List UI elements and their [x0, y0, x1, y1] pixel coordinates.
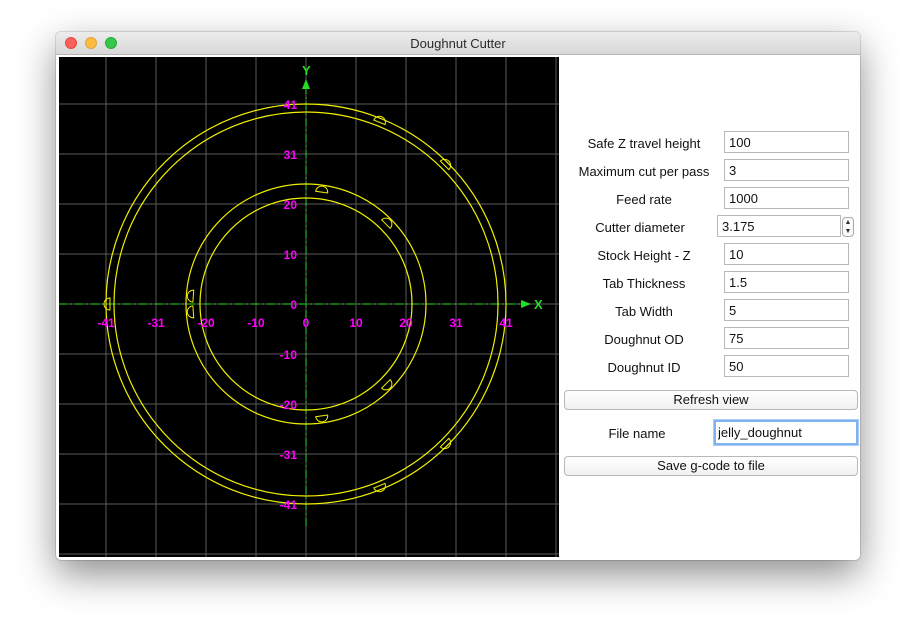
tab-marker	[186, 305, 195, 319]
y-tick-label: -10	[280, 348, 298, 362]
tab-width-label: Tab Width	[615, 304, 673, 319]
x-tick-label: 41	[499, 316, 513, 330]
plot-grid	[59, 57, 559, 557]
tab-width-field[interactable]	[724, 299, 849, 321]
stepper-down-icon[interactable]: ▼	[843, 228, 853, 236]
tab-marker	[380, 217, 393, 230]
x-tick-label: -31	[147, 316, 165, 330]
cutter-diameter-field[interactable]	[717, 215, 841, 237]
save-gcode-button[interactable]: Save g-code to file	[564, 456, 858, 476]
feed-rate-field[interactable]	[724, 187, 849, 209]
x-tick-label: 10	[349, 316, 363, 330]
stepper-up-icon[interactable]: ▲	[843, 219, 853, 227]
x-tick-label: -41	[97, 316, 115, 330]
doughnut-id-field[interactable]	[724, 355, 849, 377]
file-name-label: File name	[608, 426, 666, 441]
doughnut-id-label: Doughnut ID	[607, 360, 681, 375]
y-tick-label: 41	[284, 98, 298, 112]
tab-thickness-label: Tab Thickness	[602, 276, 686, 291]
feed-rate-label: Feed rate	[616, 192, 672, 207]
safe-z-label: Safe Z travel height	[587, 136, 701, 151]
tab-marker	[439, 437, 452, 450]
x-tick-label: -20	[197, 316, 215, 330]
safe-z-field[interactable]	[724, 131, 849, 153]
x-tick-label: 20	[399, 316, 413, 330]
cutter-diameter-label: Cutter diameter	[595, 220, 685, 235]
doughnut-od-label: Doughnut OD	[604, 332, 684, 347]
x-tick-label: -10	[247, 316, 265, 330]
cutter-diameter-stepper[interactable]: ▲ ▼	[842, 217, 854, 237]
window-title: Doughnut Cutter	[410, 36, 506, 51]
tab-marker	[186, 289, 195, 303]
y-tick-label: 20	[284, 198, 298, 212]
app-window: Doughnut Cutter -41 -31 -20 -10 0 10 20 31 41 41 3…	[56, 32, 860, 560]
tab-marker	[380, 378, 393, 391]
tab-thickness-field[interactable]	[724, 271, 849, 293]
title-bar: Doughnut Cutter	[56, 32, 860, 55]
y-axis-arrow	[302, 79, 310, 89]
doughnut-od-field[interactable]	[724, 327, 849, 349]
stock-height-field[interactable]	[724, 243, 849, 265]
tab-marker	[315, 414, 329, 423]
y-tick-label: 10	[284, 248, 298, 262]
x-tick-label: 0	[303, 316, 310, 330]
tab-marker	[315, 185, 329, 194]
tick-labels: -41 -31 -20 -10 0 10 20 31 41 41 31 20 10 0 -10 -20 -31 -…	[97, 98, 513, 512]
max-cut-field[interactable]	[724, 159, 849, 181]
y-axis-label: Y	[302, 63, 311, 78]
refresh-view-button[interactable]: Refresh view	[564, 390, 858, 410]
max-cut-label: Maximum cut per pass	[578, 164, 710, 179]
toolpath-plot: -41 -31 -20 -10 0 10 20 31 41 41 31 20 10 0 -10 -20 -31 -…	[59, 57, 559, 557]
toolpath-preview: -41 -31 -20 -10 0 10 20 31 41 41 31 20 10 0 -10 -20 -31 -…	[59, 57, 559, 557]
y-tick-label: -41	[280, 498, 298, 512]
y-tick-label: 0	[290, 298, 297, 312]
stock-height-label: Stock Height - Z	[597, 248, 691, 263]
y-tick-label: -20	[280, 398, 298, 412]
file-name-field[interactable]	[714, 420, 858, 445]
x-axis-arrow	[521, 300, 531, 308]
x-axis-label: X	[534, 297, 543, 312]
y-tick-label: -31	[280, 448, 298, 462]
x-tick-label: 31	[449, 316, 463, 330]
y-tick-label: 31	[284, 148, 298, 162]
tab-marker	[439, 158, 452, 171]
